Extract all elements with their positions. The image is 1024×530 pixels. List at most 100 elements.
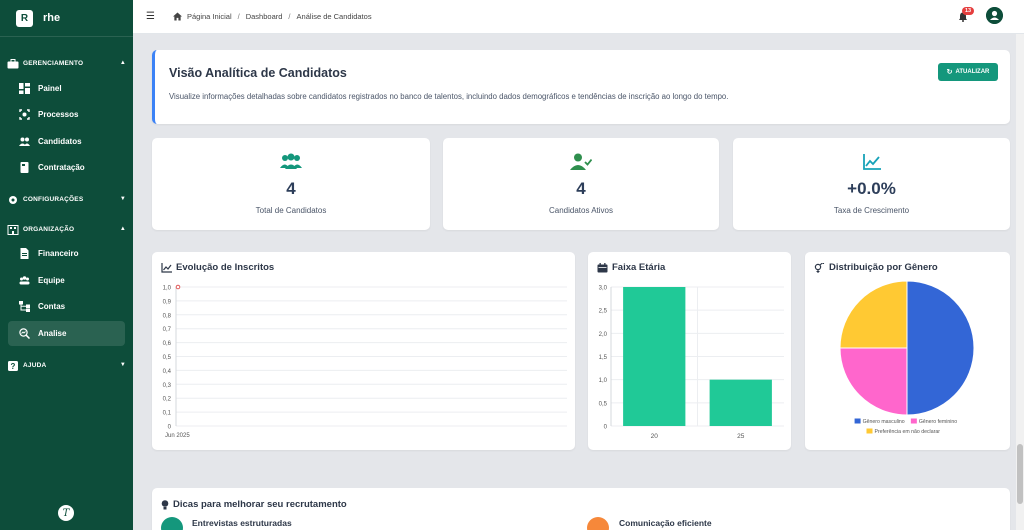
sidebar-section-label: CONFIGURAÇÕES [23,196,84,203]
sidebar-item-painel[interactable]: Painel [8,76,125,101]
stat-card-total: 4 Total de Candidatos [152,138,430,230]
briefcase-icon [7,59,19,69]
sidebar-item-analise[interactable]: Analise [8,321,125,346]
y-tick-label: 0,5 [163,355,172,361]
chart-card-faixa-etaria: Faixa Etária 3,0 2,5 2,0 1,5 1,0 0,5 0 20 25 [588,252,791,450]
bar-chart: 3,0 2,5 2,0 1,5 1,0 0,5 0 20 25 [599,286,784,440]
file-invoice-icon [20,248,29,259]
sidebar-item-label: Processos [38,110,79,119]
tip-item: Entrevistas estruturadas [192,518,292,528]
bar [709,379,772,426]
y-tick-label: 0,9 [163,299,172,305]
page-scrollbar[interactable] [1016,34,1024,530]
data-point [175,284,181,290]
legend-label: Gênero masculino [863,419,905,425]
sidebar-item-financeiro[interactable]: Financeiro [8,241,125,266]
notification-badge: 13 [962,7,975,15]
sitemap-icon [19,301,30,312]
sidebar-section-label: AJUDA [23,362,47,369]
pie-slice [839,280,908,349]
pie-chart: Gênero masculino Gênero feminino Preferênc… [839,280,975,435]
y-tick-label: 1,0 [163,286,172,292]
sidebar-item-label: Contas [38,302,66,311]
sidebar-item-label: Analise [38,329,67,338]
y-tick-label: 0,2 [163,397,172,403]
x-tick-label: 20 [651,433,659,440]
sidebar-item-label: Contratação [38,163,85,172]
stat-label: Taxa de Crescimento [833,206,910,215]
lightbulb-icon [161,499,169,509]
stat-label: Candidatos Ativos [548,206,614,215]
y-tick-label: 1,5 [599,355,608,361]
y-tick-label: 0,5 [599,401,608,407]
refresh-icon: ↻ [946,69,953,76]
users-icon [280,153,302,169]
stat-value: 4 [576,179,586,198]
legend-label: Preferência em não declarar [874,429,940,435]
chart-card-genero: Distribuição por Gênero Gênero masculino… [805,252,1010,450]
chevron-down-icon: ▼ [119,196,126,202]
breadcrumb-separator: / [288,12,291,21]
y-tick-label: 0,7 [163,327,172,333]
calendar-check-icon [161,517,183,530]
sidebar-divider [0,36,133,37]
y-tick-label: 0 [604,425,608,431]
sidebar-section-label: GERENCIAMENTO [23,60,84,67]
scrollbar-thumb[interactable] [1017,444,1023,504]
sidebar-item-label: Financeiro [38,249,79,258]
sidebar-item-label: Candidatos [38,137,82,146]
svg-text:?: ? [10,362,15,371]
legend-swatch [866,428,873,434]
bar [623,287,686,426]
line-chart: 1,0 0,9 0,8 0,7 0,6 0,5 0,4 0,3 0,2 0,1 0 Jun 2025 [163,284,567,439]
sidebar-section-label: ORGANIZAÇÃO [23,226,75,233]
sidebar-item-processos[interactable]: Processos [8,102,125,127]
sidebar-item-contas[interactable]: Contas [8,294,125,319]
y-tick-label: 0,8 [163,313,172,319]
page-title: Visão Analítica de Candidatos [169,66,347,80]
process-icon [19,109,30,120]
sidebar: R rhe GERENCIAMENTO ▲ Painel Processos C… [0,0,133,530]
y-tick-label: 3,0 [599,286,608,292]
breadcrumb-dashboard[interactable]: Dashboard [246,12,283,21]
chevron-up-icon: ▲ [119,226,126,232]
legend-swatch [854,418,861,424]
stat-value: +0.0% [847,179,896,198]
breadcrumb: Página Inicial / Dashboard / Análise de … [173,12,372,21]
chat-icon [587,517,609,530]
sidebar-item-label: Painel [38,84,62,93]
tips-title: Dicas para melhorar seu recrutamento [161,499,347,510]
question-icon: ? [8,361,18,371]
tips-title-text: Dicas para melhorar seu recrutamento [173,499,347,510]
x-tick-label: 25 [737,433,745,440]
page-description: Visualize informações detalhadas sobre c… [169,92,729,101]
y-tick-label: 0,4 [163,369,172,375]
pie-slice [839,347,908,416]
tip-item: Comunicação eficiente [619,518,712,528]
sidebar-item-contratacao[interactable]: Contratação [8,155,125,180]
y-tick-label: 0,1 [163,411,172,417]
chevron-up-icon: ▲ [119,60,126,66]
y-tick-label: 0 [168,425,172,431]
brand[interactable]: R rhe [0,0,133,36]
pie-slice [906,280,975,416]
sidebar-item-candidatos[interactable]: Candidatos [8,129,125,154]
chevron-down-icon: ▼ [119,362,126,368]
sidebar-item-equipe[interactable]: Equipe [8,268,125,293]
gear-icon [9,196,17,204]
topbar: ☰ Página Inicial / Dashboard / Análise d… [133,0,1024,34]
users-icon [19,137,30,146]
refresh-button[interactable]: ↻ ATUALIZAR [938,63,998,81]
breadcrumb-home[interactable]: Página Inicial [187,12,232,21]
menu-toggle-icon[interactable]: ☰ [146,11,155,22]
y-tick-label: 2,5 [599,309,608,315]
stat-label: Total de Candidatos [255,206,327,215]
y-tick-label: 2,0 [599,332,608,338]
breadcrumb-current: Análise de Candidatos [296,12,372,21]
avatar[interactable] [986,7,1003,24]
home-icon [173,12,182,21]
y-tick-label: 1,0 [599,378,608,384]
sidebar-item-label: Equipe [38,276,65,285]
user-check-icon [570,153,592,170]
brand-name: rhe [43,12,61,24]
